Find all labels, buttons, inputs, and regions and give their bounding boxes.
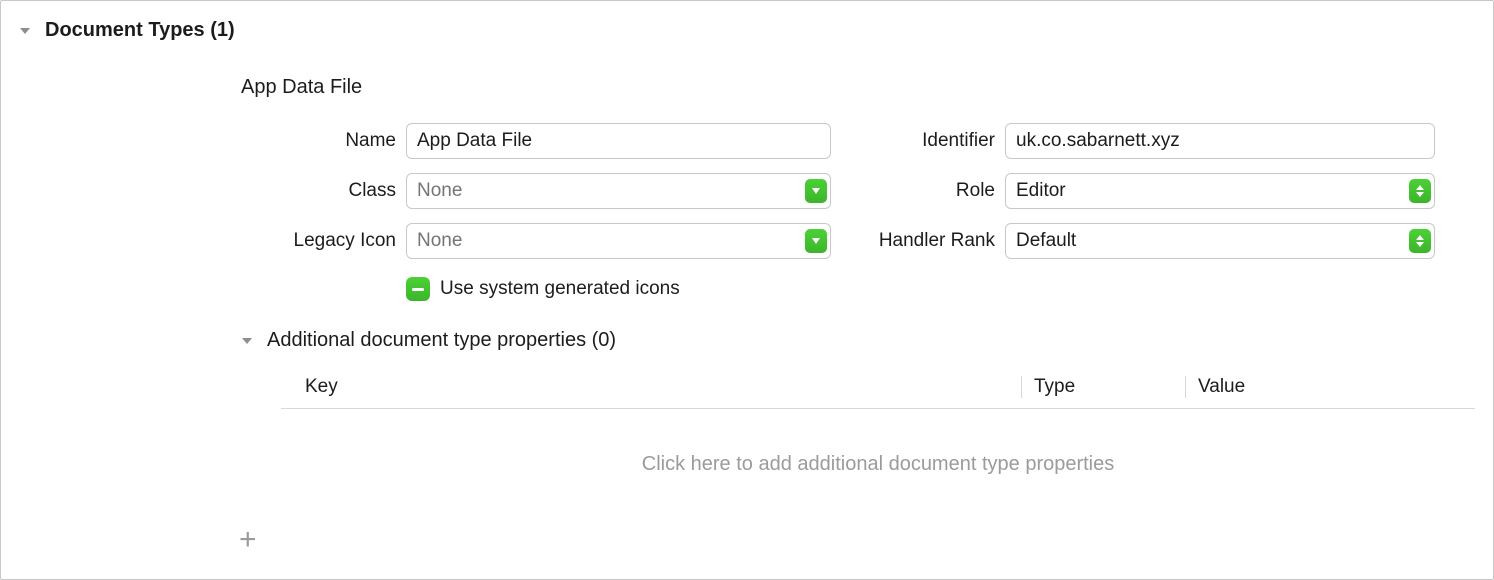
name-input[interactable] (406, 123, 831, 159)
class-combobox[interactable] (406, 173, 831, 209)
system-icons-label: Use system generated icons (440, 278, 680, 300)
document-title: App Data File (241, 76, 1475, 99)
class-input[interactable] (406, 173, 831, 209)
handler-rank-row: Handler Rank (875, 223, 1435, 259)
updown-arrows-icon[interactable] (1409, 179, 1431, 203)
legacy-icon-input[interactable] (406, 223, 831, 259)
additional-properties-table: Key Type Value Click here to add additio… (281, 376, 1475, 476)
handler-rank-popup[interactable] (1005, 223, 1435, 259)
name-row: Name (241, 123, 831, 159)
column-header-key[interactable]: Key (281, 376, 1021, 398)
updown-arrows-icon[interactable] (1409, 229, 1431, 253)
handler-rank-label: Handler Rank (875, 230, 995, 252)
identifier-row: Identifier (875, 123, 1435, 159)
additional-properties-title: Additional document type properties (0) (267, 329, 616, 352)
role-row: Role (875, 173, 1435, 209)
checkbox-mixed-icon[interactable] (406, 277, 430, 301)
chevron-down-icon (241, 335, 253, 347)
identifier-label: Identifier (875, 130, 995, 152)
column-header-type[interactable]: Type (1021, 376, 1185, 398)
dropdown-arrow-icon[interactable] (805, 179, 827, 203)
legacy-icon-row: Legacy Icon (241, 223, 831, 259)
class-label: Class (241, 180, 396, 202)
role-value[interactable] (1005, 173, 1435, 209)
class-row: Class (241, 173, 831, 209)
column-header-value[interactable]: Value (1185, 376, 1475, 398)
system-icons-checkbox-row[interactable]: Use system generated icons (406, 277, 831, 301)
name-label: Name (241, 130, 396, 152)
add-property-placeholder[interactable]: Click here to add additional document ty… (281, 453, 1475, 476)
add-document-type-button[interactable]: + (239, 525, 257, 555)
dropdown-arrow-icon[interactable] (805, 229, 827, 253)
document-types-panel: Document Types (1) App Data File Name Cl… (0, 0, 1494, 580)
legacy-icon-label: Legacy Icon (241, 230, 396, 252)
legacy-icon-combobox[interactable] (406, 223, 831, 259)
additional-properties-header[interactable]: Additional document type properties (0) (241, 329, 1475, 352)
identifier-input[interactable] (1005, 123, 1435, 159)
table-header-row: Key Type Value (281, 376, 1475, 409)
role-popup[interactable] (1005, 173, 1435, 209)
section-header[interactable]: Document Types (1) (19, 19, 1475, 42)
section-title: Document Types (1) (45, 19, 235, 42)
role-label: Role (875, 180, 995, 202)
handler-rank-value[interactable] (1005, 223, 1435, 259)
chevron-down-icon (19, 25, 31, 37)
